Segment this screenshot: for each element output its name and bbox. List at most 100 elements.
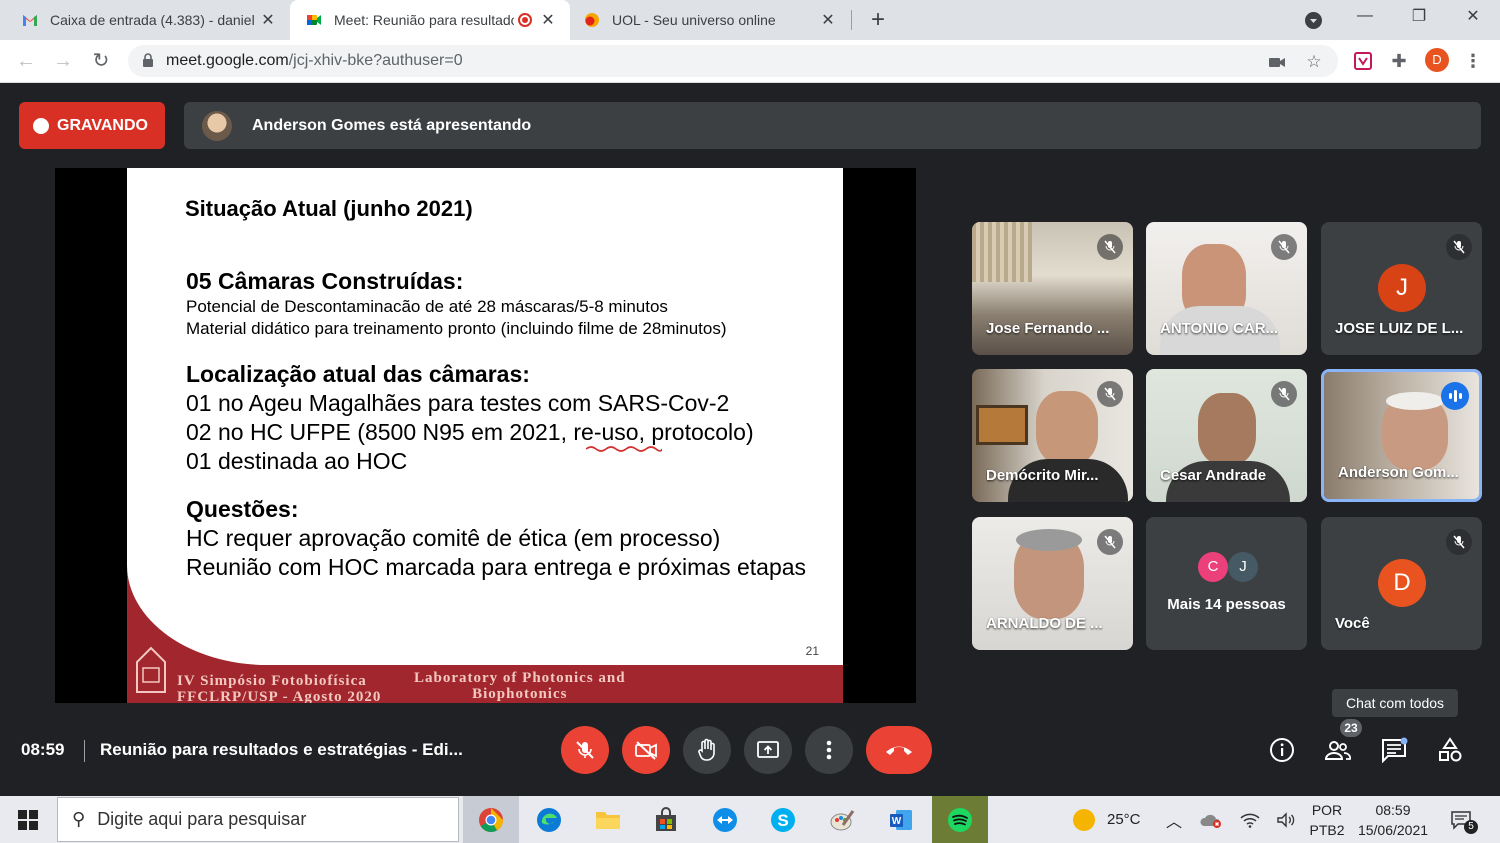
profile-avatar[interactable]: D bbox=[1425, 48, 1449, 72]
video-background bbox=[972, 222, 1032, 282]
presentation-stage: Situação Atual (junho 2021) 05 Câmaras C… bbox=[55, 168, 916, 703]
participant-tile[interactable]: Cesar Andrade bbox=[1146, 369, 1307, 502]
raise-hand-button[interactable] bbox=[683, 726, 731, 774]
taskbar-app-spotify[interactable] bbox=[932, 796, 988, 843]
forward-icon[interactable]: → bbox=[51, 49, 75, 73]
start-button[interactable] bbox=[0, 796, 56, 843]
slide-line: 01 no Ageu Magalhães para testes com SAR… bbox=[186, 390, 730, 416]
participant-tile[interactable]: ANTONIO CAR... bbox=[1146, 222, 1307, 355]
university-crest-icon bbox=[136, 646, 166, 693]
toggle-mic-button[interactable] bbox=[561, 726, 609, 774]
mic-off-icon bbox=[1097, 529, 1123, 555]
slide-line: HC requer aprovação comitê de ética (em … bbox=[186, 525, 721, 551]
divider bbox=[84, 740, 85, 762]
extension-shield-icon[interactable] bbox=[1352, 50, 1374, 72]
chrome-menu-icon[interactable]: ⋮ bbox=[1462, 50, 1484, 72]
close-tab-icon[interactable]: ✕ bbox=[818, 10, 838, 30]
close-tab-icon[interactable]: ✕ bbox=[258, 10, 278, 30]
taskbar-app-teamviewer[interactable] bbox=[697, 796, 753, 843]
keyboard-layout: PTB2 bbox=[1309, 822, 1345, 838]
slide-line: Potencial de Descontaminacão de até 28 m… bbox=[186, 297, 668, 316]
svg-text:S: S bbox=[777, 811, 788, 830]
tab-search-icon[interactable] bbox=[1305, 12, 1322, 29]
chat-button[interactable] bbox=[1378, 734, 1410, 766]
participant-name: Cesar Andrade bbox=[1160, 467, 1267, 484]
slide-heading: Questões: bbox=[186, 496, 299, 522]
meeting-details-button[interactable] bbox=[1266, 734, 1298, 766]
extensions-puzzle-icon[interactable]: ✚ bbox=[1388, 50, 1410, 72]
tab-uol[interactable]: UOL - Seu universo online ✕ bbox=[570, 0, 850, 40]
participant-tile[interactable]: J JOSE LUIZ DE L... bbox=[1321, 222, 1482, 355]
chat-icon bbox=[1382, 737, 1408, 763]
clock-time: 08:59 bbox=[1375, 802, 1411, 818]
toggle-camera-button[interactable] bbox=[622, 726, 670, 774]
address-bar[interactable]: meet.google.com/jcj-xhiv-bke?authuser=0 … bbox=[128, 45, 1338, 77]
slide-line: Reunião com HOC marcada para entrega e p… bbox=[186, 554, 807, 580]
show-everyone-button[interactable] bbox=[1322, 734, 1354, 766]
show-hidden-icons[interactable]: ︿ bbox=[1166, 796, 1182, 843]
recording-indicator-icon bbox=[518, 13, 532, 27]
mic-off-icon bbox=[1271, 234, 1297, 260]
leave-call-button[interactable] bbox=[866, 726, 932, 774]
taskbar-app-store[interactable] bbox=[638, 796, 694, 843]
present-screen-button[interactable] bbox=[744, 726, 792, 774]
language-indicator[interactable]: POR PTB2 bbox=[1306, 800, 1348, 840]
footer-lab-line1: Laboratory of Photonics and bbox=[414, 670, 626, 686]
folder-icon bbox=[596, 811, 620, 829]
record-dot-icon bbox=[33, 117, 49, 134]
taskbar-app-edge[interactable] bbox=[521, 796, 577, 843]
taskbar-app-explorer[interactable] bbox=[580, 796, 636, 843]
participant-tile-active[interactable]: Anderson Gom... bbox=[1321, 369, 1482, 502]
mic-off-icon bbox=[1097, 381, 1123, 407]
speaking-indicator-icon bbox=[1441, 382, 1469, 410]
system-clock[interactable]: 08:59 15/06/2021 bbox=[1352, 800, 1434, 840]
meet-icon bbox=[307, 15, 321, 25]
reload-icon[interactable]: ↻ bbox=[89, 49, 113, 73]
volume-icon[interactable] bbox=[1276, 796, 1296, 843]
browser-toolbar: ← → ↻ meet.google.com/jcj-xhiv-bke?authu… bbox=[0, 40, 1500, 83]
weather-widget[interactable]: 25°C bbox=[1073, 796, 1141, 843]
close-tab-icon[interactable]: ✕ bbox=[538, 10, 558, 30]
taskbar-app-paint[interactable] bbox=[814, 796, 870, 843]
mic-off-icon bbox=[1097, 234, 1123, 260]
tab-title: UOL - Seu universo online bbox=[612, 12, 776, 28]
taskbar-app-skype[interactable]: S bbox=[755, 796, 811, 843]
slide-page-number: 21 bbox=[805, 644, 819, 658]
mic-off-icon bbox=[1271, 381, 1297, 407]
participant-name: Anderson Gom... bbox=[1338, 464, 1459, 481]
participant-tile[interactable]: Jose Fernando ... bbox=[972, 222, 1133, 355]
clock-date: 15/06/2021 bbox=[1357, 822, 1429, 838]
onedrive-icon[interactable] bbox=[1200, 796, 1222, 843]
presenter-avatar bbox=[202, 110, 232, 141]
notification-center[interactable]: 5 bbox=[1450, 796, 1478, 843]
recording-badge[interactable]: GRAVANDO bbox=[19, 102, 165, 149]
chrome-icon bbox=[479, 807, 503, 832]
activities-button[interactable] bbox=[1434, 734, 1466, 766]
tab-meet[interactable]: Meet: Reunião para resultado ✕ bbox=[290, 0, 570, 40]
close-window-icon[interactable]: ✕ bbox=[1450, 0, 1496, 32]
camera-in-use-icon[interactable] bbox=[1268, 53, 1286, 71]
wifi-icon[interactable] bbox=[1240, 796, 1260, 843]
restore-icon[interactable]: ❐ bbox=[1396, 0, 1442, 32]
bookmark-star-icon[interactable]: ☆ bbox=[1305, 53, 1323, 71]
participant-tile[interactable]: Demócrito Mir... bbox=[972, 369, 1133, 502]
more-options-button[interactable] bbox=[805, 726, 853, 774]
meeting-clock: 08:59 bbox=[21, 740, 65, 759]
taskbar-search[interactable]: ⚲ Digite aqui para pesquisar bbox=[57, 797, 459, 842]
url-text: meet.google.com/jcj-xhiv-bke?authuser=0 bbox=[166, 52, 463, 70]
search-icon: ⚲ bbox=[72, 809, 86, 829]
self-tile[interactable]: D Você bbox=[1321, 517, 1482, 650]
participant-tile[interactable]: ARNALDO DE ... bbox=[972, 517, 1133, 650]
taskbar-app-chrome[interactable] bbox=[463, 796, 519, 843]
self-avatar: D bbox=[1378, 559, 1426, 607]
url-path: /jcj-xhiv-bke?authuser=0 bbox=[288, 52, 463, 69]
participant-name: ARNALDO DE ... bbox=[986, 615, 1103, 632]
mic-off-icon bbox=[576, 741, 594, 759]
minimize-icon[interactable]: — bbox=[1342, 0, 1388, 32]
taskbar-app-word[interactable]: W bbox=[873, 796, 929, 843]
new-tab-icon[interactable]: + bbox=[866, 6, 890, 34]
more-participants-tile[interactable]: C J Mais 14 pessoas bbox=[1146, 517, 1307, 650]
chat-tooltip: Chat com todos bbox=[1332, 689, 1458, 717]
tab-gmail[interactable]: Caixa de entrada (4.383) - daniel ✕ bbox=[0, 0, 290, 40]
back-icon[interactable]: ← bbox=[14, 49, 38, 73]
